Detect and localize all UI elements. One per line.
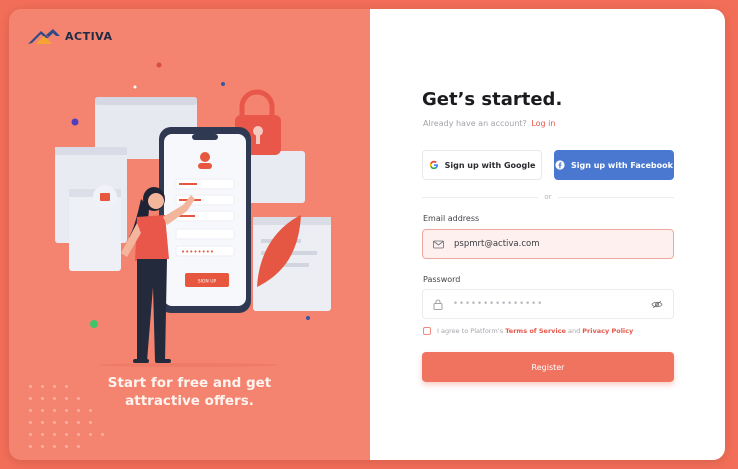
email-field[interactable]: pspmrt@activa.com xyxy=(422,229,674,259)
google-icon xyxy=(429,160,438,170)
hero-tagline: Start for free and get attractive offers… xyxy=(9,374,370,410)
terms-and: and xyxy=(567,327,581,335)
phone-signup-button-label: SIGN UP xyxy=(198,279,217,285)
mail-icon xyxy=(433,240,444,248)
hero-tagline-line2: attractive offers. xyxy=(125,393,254,409)
or-divider: or xyxy=(422,193,675,201)
login-link[interactable]: Log in xyxy=(531,119,555,128)
toggle-password-visibility[interactable] xyxy=(651,300,663,309)
divider-text: or xyxy=(544,193,552,201)
register-button[interactable]: Register xyxy=(422,352,674,382)
facebook-signup-label: Sign up with Facebook xyxy=(571,160,673,170)
signup-illustration: •••••••• SIGN UP xyxy=(55,62,331,367)
login-prompt-text: Already have an account? xyxy=(423,119,527,128)
divider-line-left xyxy=(422,196,539,198)
terms-prefix: I agree to Platform’s xyxy=(437,327,504,335)
password-field[interactable]: ••••••••••••••• xyxy=(422,289,674,319)
eye-off-icon xyxy=(651,300,663,308)
facebook-signup-button[interactable]: Sign up with Facebook xyxy=(554,150,674,180)
login-prompt: Already have an account? Log in xyxy=(423,119,555,128)
email-label: Email address xyxy=(423,214,480,223)
terms-checkbox[interactable] xyxy=(423,327,431,335)
page-title: Get’s started. xyxy=(422,89,563,110)
signup-window: ACTIVA •••••••• SIGN UP Start for free a… xyxy=(9,9,725,460)
google-signup-label: Sign up with Google xyxy=(444,160,536,170)
password-label: Password xyxy=(423,275,461,284)
hero-tagline-line1: Start for free and get xyxy=(107,375,272,391)
divider-line-right xyxy=(557,196,675,198)
signup-form-panel: Get’s started. Already have an account? … xyxy=(370,9,725,460)
phone-password-mask: •••••••• xyxy=(181,248,214,256)
password-value: ••••••••••••••• xyxy=(453,299,544,309)
privacy-policy-link[interactable]: Privacy Policy xyxy=(582,327,633,335)
lock-icon xyxy=(433,299,443,310)
terms-of-service-link[interactable]: Terms of Service xyxy=(505,327,566,335)
email-value: pspmrt@activa.com xyxy=(454,239,540,249)
google-signup-button[interactable]: Sign up with Google xyxy=(422,150,542,180)
terms-text: I agree to Platform’s Terms of Service a… xyxy=(437,327,633,335)
facebook-icon xyxy=(555,160,565,170)
terms-agreement: I agree to Platform’s Terms of Service a… xyxy=(423,327,633,335)
hero-panel: ACTIVA •••••••• SIGN UP Start for free a… xyxy=(9,9,370,460)
